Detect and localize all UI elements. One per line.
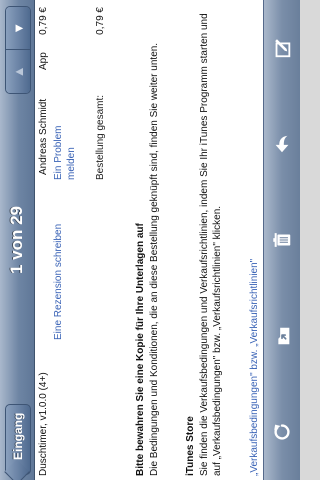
trash-icon: [273, 233, 291, 247]
keep-copy-heading: Bitte bewahren Sie eine Kopie für Ihre U…: [135, 223, 146, 476]
keep-copy-text: Die Bedingungen und Konditionen, die an …: [149, 42, 160, 476]
navigation-bar: Eingang 1 von 29 ▲ ▼: [0, 0, 35, 480]
itunes-store-text: Sie finden die Verkaufsbedingungen und V…: [199, 13, 223, 476]
bottom-toolbar: [263, 0, 300, 480]
compose-icon: [275, 39, 291, 58]
mail-screen: Eingang 1 von 29 ▲ ▼ Duschtimer, v1.0.0 …: [0, 0, 300, 480]
move-button[interactable]: [267, 316, 297, 356]
order-total-price: 0,79 €: [95, 7, 106, 35]
message-navigation-control: ▲ ▼: [5, 6, 31, 94]
delete-button[interactable]: [267, 220, 297, 260]
item-name: Duschtimer, v1.0.0 (4+): [38, 372, 49, 476]
order-total-label: Bestellung gesamt:: [95, 94, 106, 180]
report-problem-link[interactable]: Ein Problem melden: [52, 90, 78, 180]
item-artist: Andreas Schmidt: [38, 98, 49, 175]
previous-message-button[interactable]: ▲: [6, 50, 30, 93]
compose-button[interactable]: [267, 28, 297, 68]
write-review-link[interactable]: Eine Rezension schreiben: [52, 220, 65, 340]
reply-icon: [275, 135, 289, 153]
next-message-button[interactable]: ▼: [6, 7, 30, 51]
item-type: App: [38, 52, 49, 70]
move-to-folder-icon: [278, 327, 290, 345]
message-body: Duschtimer, v1.0.0 (4+) Andreas Schmidt …: [35, 0, 263, 480]
refresh-button[interactable]: [267, 412, 297, 452]
refresh-icon: [274, 424, 290, 440]
terms-links[interactable]: „Verkaufsbedingungen" bzw. „Verkaufsrich…: [249, 6, 260, 476]
item-price: 0,79 €: [38, 7, 49, 35]
itunes-store-heading: iTunes Store: [185, 416, 196, 476]
reply-button[interactable]: [267, 124, 297, 164]
